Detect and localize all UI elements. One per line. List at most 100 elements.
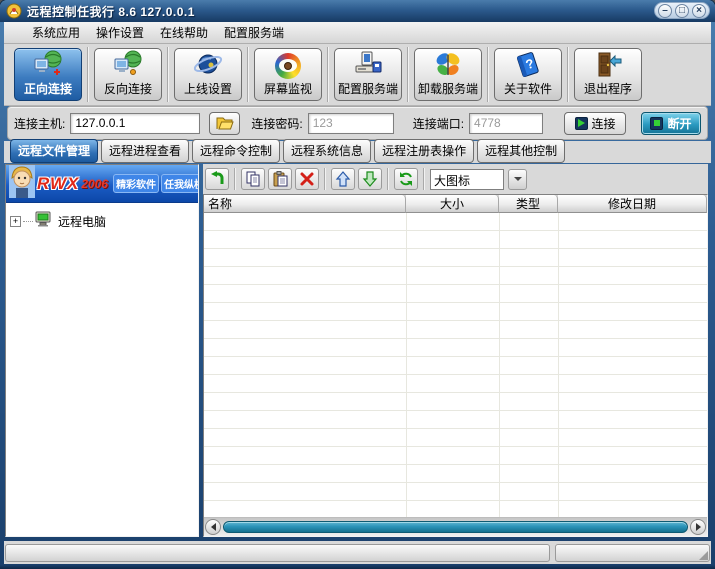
banner-tagline-2: 任我纵横 [161,174,198,193]
play-icon [575,117,588,130]
window-title: 远程控制任我行 8.6 127.0.0.1 [27,3,195,20]
arrow-left-icon [211,523,216,531]
menu-online-help[interactable]: 在线帮助 [152,22,216,43]
menu-operation-settings[interactable]: 操作设置 [88,22,152,43]
toolbar-separator [567,47,569,102]
tab-remote-file-management[interactable]: 远程文件管理 [10,139,98,163]
uninstall-server-button[interactable]: 卸载服务端 [414,48,482,101]
reverse-connect-button[interactable]: 反向连接 [94,48,162,101]
brand-banner: RWX 2006 精彩软件 任我纵横 [6,165,198,203]
toolbar-separator [487,47,489,102]
password-input[interactable] [308,113,394,134]
window-controls: – □ × [654,2,710,19]
tab-remote-command-control[interactable]: 远程命令控制 [192,139,280,163]
screen-monitor-button[interactable]: 屏幕监视 [254,48,322,101]
toolbar-button-label: 关于软件 [504,80,552,97]
connect-button[interactable]: 连接 [564,112,626,135]
toolbar-button-label: 正向连接 [24,80,72,97]
file-toolbar: 大图标 [203,164,708,194]
menu-configure-server[interactable]: 配置服务端 [216,22,292,43]
tree-expander-icon[interactable]: + [10,216,21,227]
forward-connect-button[interactable]: 正向连接 [14,48,82,101]
view-mode-dropdown-button[interactable] [508,169,527,190]
file-list-body[interactable] [204,213,707,517]
resize-grip[interactable] [699,551,708,560]
listview-header: 名称 大小 类型 修改日期 [204,195,707,213]
about-software-icon: ? [513,50,543,80]
reverse-connect-icon [113,50,143,80]
forward-connect-icon [33,50,63,80]
window-frame-bottom [0,565,715,569]
column-header-modified-date[interactable]: 修改日期 [558,195,707,213]
scroll-right-button[interactable] [690,519,706,535]
close-button[interactable]: × [692,4,706,18]
download-icon [362,171,378,187]
view-mode-combobox[interactable]: 大图标 [430,169,504,190]
scrollbar-thumb[interactable] [223,521,688,533]
minimize-button[interactable]: – [658,4,672,18]
about-software-button[interactable]: ? 关于软件 [494,48,562,101]
connect-button-label: 连接 [592,115,616,132]
stop-icon [650,117,663,130]
status-pane-left [5,544,550,562]
screen-monitor-icon [275,51,301,80]
brand-year: 2006 [81,177,108,191]
host-input[interactable] [70,113,200,134]
brand-text: RWX [37,174,79,194]
port-input[interactable] [469,113,543,134]
app-window: 远程控制任我行 8.6 127.0.0.1 – □ × 系统应用 操作设置 在线… [0,0,715,569]
paste-button[interactable] [268,168,292,190]
scroll-left-button[interactable] [205,519,221,535]
online-settings-button[interactable]: 上线设置 [174,48,242,101]
arrow-right-icon [696,523,701,531]
file-toolbar-separator [234,168,236,190]
status-pane-right [555,544,710,562]
upload-button[interactable] [331,168,355,190]
tab-remote-system-info[interactable]: 远程系统信息 [283,139,371,163]
uninstall-server-icon [433,50,463,80]
refresh-icon [398,171,414,187]
delete-button[interactable] [295,168,319,190]
password-label: 连接密码: [251,115,302,132]
toolbar-separator [327,47,329,102]
port-label: 连接端口: [413,115,464,132]
tab-remote-process-view[interactable]: 远程进程查看 [101,139,189,163]
column-divider [558,213,559,517]
disconnect-button[interactable]: 断开 [641,112,701,135]
tree-item-label: 远程电脑 [55,213,106,230]
disconnect-button-label: 断开 [667,115,691,132]
tree-item-remote-computer[interactable]: + 远程电脑 [10,211,194,232]
column-header-size[interactable]: 大小 [406,195,499,213]
menu-system[interactable]: 系统应用 [24,22,88,43]
toolbar-button-label: 配置服务端 [338,80,398,97]
menubar: 系统应用 操作设置 在线帮助 配置服务端 [4,22,711,44]
app-icon [6,3,22,19]
tab-remote-registry[interactable]: 远程注册表操作 [374,139,474,163]
titlebar: 远程控制任我行 8.6 127.0.0.1 – □ × [0,0,715,22]
download-button[interactable] [358,168,382,190]
go-back-button[interactable] [205,168,229,190]
remote-computer-tree: + 远程电脑 [6,203,198,240]
refresh-button[interactable] [394,168,418,190]
column-header-name[interactable]: 名称 [204,195,406,213]
chevron-down-icon [514,177,522,181]
file-toolbar-separator [387,168,389,190]
toolbar-button-label: 反向连接 [104,80,152,97]
toolbar-separator [167,47,169,102]
file-toolbar-separator [423,168,425,190]
toolbar-separator [247,47,249,102]
configure-server-button[interactable]: 配置服务端 [334,48,402,101]
file-panel: 大图标 名称 大小 类型 修改日期 [203,164,708,537]
tree-connector [23,221,33,222]
toolbar-button-label: 屏幕监视 [264,80,312,97]
column-header-type[interactable]: 类型 [499,195,558,213]
column-divider [499,213,500,517]
open-host-list-button[interactable] [209,112,240,135]
mascot-image [9,165,35,203]
upload-icon [335,171,351,187]
tab-remote-other-control[interactable]: 远程其他控制 [477,139,565,163]
copy-button[interactable] [241,168,265,190]
horizontal-scrollbar[interactable] [204,517,707,536]
maximize-button[interactable]: □ [675,4,689,18]
exit-program-button[interactable]: 退出程序 [574,48,642,101]
